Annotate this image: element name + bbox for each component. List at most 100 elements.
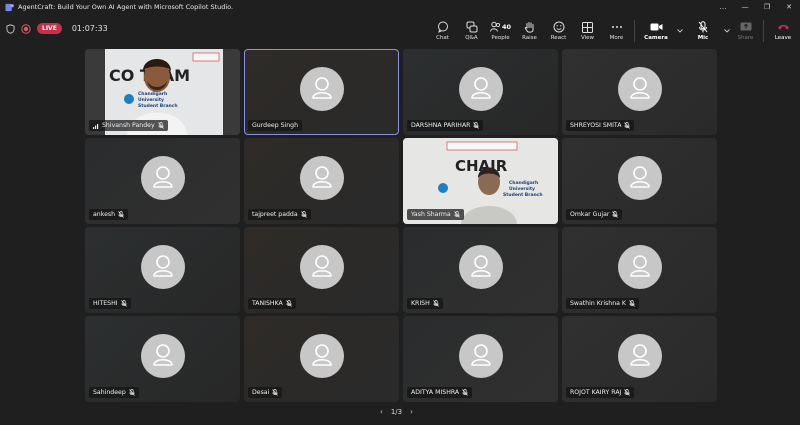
qa-button[interactable]: Q&A	[457, 14, 486, 48]
participant-name-tag: Omkar Gujar	[566, 209, 623, 220]
avatar	[299, 334, 344, 378]
mic-options-chevron-icon[interactable]	[722, 14, 731, 48]
mic-off-icon	[453, 211, 460, 218]
participant-tile[interactable]: ADITYA MISHRA	[403, 316, 558, 402]
leave-button[interactable]: Leave	[766, 14, 800, 48]
avatar	[140, 334, 185, 378]
participant-name: ADITYA MISHRA	[411, 389, 460, 396]
participant-name: tajpreet padda	[252, 211, 298, 218]
board-text-uni2: University	[138, 97, 164, 103]
participant-tile[interactable]: CHAIR Chandigarh University Student Bran…	[403, 138, 558, 224]
avatar	[140, 245, 185, 289]
close-window-button[interactable]: ✕	[778, 0, 800, 14]
window-controls: … — ❐ ✕	[712, 0, 800, 14]
signal-bars-icon	[93, 123, 99, 129]
participant-name-tag: Sahindeep	[89, 387, 139, 398]
participant-name-tag: DARSHNA PARIHAR	[407, 120, 484, 131]
participant-tile[interactable]: Sahindeep	[85, 316, 240, 402]
participant-name: ROJOT KAIRY RAJ	[570, 389, 622, 396]
prev-page-button[interactable]: ‹	[380, 408, 383, 416]
meeting-toolbar: LIVE 01:07:33 Chat Q&A 40 People Raise R…	[0, 14, 800, 48]
participant-name: Yash Sharma	[411, 211, 451, 218]
participant-tile[interactable]: Desai	[244, 316, 399, 402]
more-label: More	[609, 35, 624, 41]
share-button[interactable]: Share	[731, 14, 760, 48]
participant-name: HITESHI	[93, 300, 118, 307]
view-button[interactable]: View	[573, 14, 602, 48]
participant-name: Omkar Gujar	[570, 211, 610, 218]
more-button[interactable]: More	[602, 14, 631, 48]
chat-button[interactable]: Chat	[428, 14, 457, 48]
recording-icon[interactable]	[21, 23, 31, 34]
people-button[interactable]: 40 People	[486, 14, 515, 48]
chat-label: Chat	[436, 35, 449, 41]
participant-tile[interactable]: ROJOT KAIRY RAJ	[562, 316, 717, 402]
mic-button[interactable]: Mic	[684, 14, 722, 48]
mic-off-icon	[157, 122, 164, 129]
participant-name-tag: Swathin Krishna K	[566, 298, 639, 309]
meeting-timer: 01:07:33	[71, 24, 108, 33]
chat-icon	[437, 21, 449, 33]
participant-tile[interactable]: SHREYOSI SMITA	[562, 49, 717, 135]
participant-name: TANISHKA	[252, 300, 283, 307]
participant-tile[interactable]: KRISH	[403, 227, 558, 313]
toolbar-divider	[634, 20, 635, 42]
page-indicator: 1/3	[390, 408, 403, 416]
participant-name: DARSHNA PARIHAR	[411, 122, 471, 129]
board-text-uni1: Chandigarh	[138, 91, 167, 97]
more-options-button[interactable]: …	[712, 0, 734, 14]
participant-tile[interactable]: Omkar Gujar	[562, 138, 717, 224]
raise-label: Raise	[522, 35, 537, 41]
mic-off-icon	[698, 21, 708, 33]
mic-off-icon	[272, 389, 279, 396]
mic-off-icon	[128, 389, 135, 396]
participant-tile[interactable]: CO TEAM Chandigarh University Student Br…	[85, 49, 240, 135]
avatar	[299, 67, 344, 111]
participant-name: ankesh	[93, 211, 116, 218]
participant-name-tag: SHREYOSI SMITA	[566, 120, 635, 131]
camera-button[interactable]: Camera	[637, 14, 675, 48]
participant-name: Swathin Krishna K	[570, 300, 626, 307]
avatar	[617, 245, 662, 289]
participant-name-tag: tajpreet padda	[248, 209, 311, 220]
participant-tile[interactable]: TANISHKA	[244, 227, 399, 313]
participant-name: Shivansh Pandey	[102, 122, 155, 129]
react-button[interactable]: React	[544, 14, 573, 48]
mic-off-icon	[432, 300, 439, 307]
participant-name-tag: Desai	[248, 387, 283, 398]
mic-off-icon	[285, 300, 292, 307]
avatar	[140, 156, 185, 200]
camera-label: Camera	[644, 35, 668, 41]
avatar	[458, 67, 503, 111]
next-page-button[interactable]: ›	[410, 408, 413, 416]
restore-button[interactable]: ❐	[756, 0, 778, 14]
participant-name-tag: KRISH	[407, 298, 443, 309]
participant-tile[interactable]: Swathin Krishna K	[562, 227, 717, 313]
participant-tile[interactable]: DARSHNA PARIHAR	[403, 49, 558, 135]
mic-off-icon	[118, 211, 124, 218]
participant-name: KRISH	[411, 300, 430, 307]
camera-options-chevron-icon[interactable]	[675, 14, 684, 48]
shield-icon[interactable]	[6, 23, 15, 34]
window-title: AgentCraft: Build Your Own AI Agent with…	[18, 3, 234, 11]
people-label: People	[491, 35, 510, 41]
board-text-uni2: University	[509, 186, 535, 192]
mic-off-icon	[624, 389, 631, 396]
grid-view-icon	[582, 21, 593, 33]
qa-label: Q&A	[465, 35, 478, 41]
participant-tile[interactable]: ankesh	[85, 138, 240, 224]
mic-off-icon	[612, 211, 619, 218]
hang-up-icon	[777, 21, 790, 33]
avatar	[617, 334, 662, 378]
leave-label: Leave	[774, 35, 792, 41]
camera-icon	[650, 21, 663, 33]
participant-name-tag: TANISHKA	[248, 298, 296, 309]
participant-tile[interactable]: tajpreet padda	[244, 138, 399, 224]
participant-name-tag: Shivansh Pandey	[89, 120, 168, 131]
board-text-uni3: Student Branch	[138, 103, 178, 109]
participant-tile[interactable]: Gurdeep Singh	[244, 49, 399, 135]
minimize-button[interactable]: —	[734, 0, 756, 14]
participants-grid: CO TEAM Chandigarh University Student Br…	[85, 49, 717, 404]
raise-hand-button[interactable]: Raise	[515, 14, 544, 48]
participant-tile[interactable]: HITESHI	[85, 227, 240, 313]
